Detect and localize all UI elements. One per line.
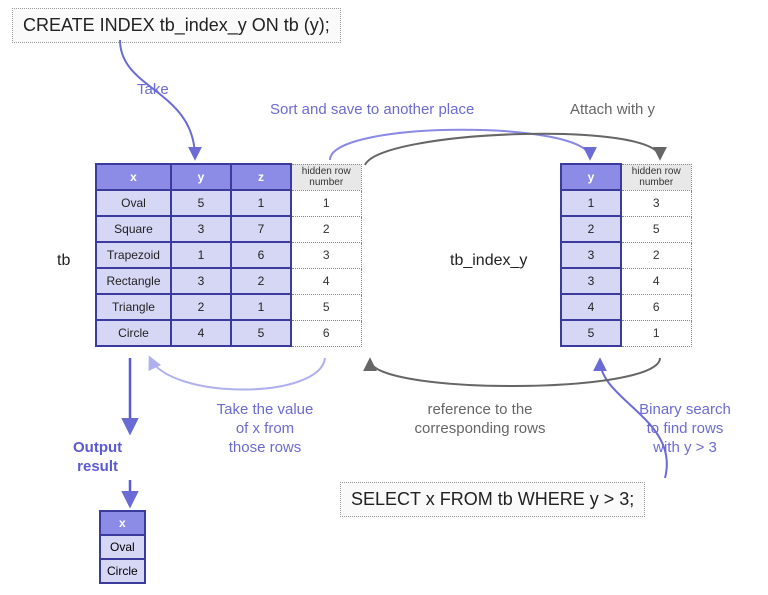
cell: Square <box>96 216 171 242</box>
cell: 4 <box>621 268 691 294</box>
arrow-take <box>120 40 195 158</box>
tb-label: tb <box>57 252 70 270</box>
idx-col-y: y <box>561 164 621 190</box>
text: corresponding rows <box>415 420 546 437</box>
cell: 6 <box>231 242 291 268</box>
ann-reference: reference to the corresponding rows <box>405 400 555 438</box>
cell: 1 <box>561 190 621 216</box>
ann-take: Take <box>137 80 169 99</box>
ann-sort: Sort and save to another place <box>270 100 474 119</box>
cell: 3 <box>291 242 361 268</box>
table-row: Triangle215 <box>96 294 361 320</box>
text: to find rows <box>647 420 724 437</box>
text: Binary search <box>639 401 731 418</box>
idx-header-row: y hidden row number <box>561 164 691 190</box>
cell: 2 <box>291 216 361 242</box>
cell: 7 <box>231 216 291 242</box>
table-row: 13 <box>561 190 691 216</box>
ann-binary-search: Binary search to find rows with y > 3 <box>630 400 740 457</box>
cell: 3 <box>621 190 691 216</box>
cell: 4 <box>291 268 361 294</box>
cell: 5 <box>291 294 361 320</box>
text: result <box>77 458 118 475</box>
cell: 5 <box>171 190 231 216</box>
table-row: 32 <box>561 242 691 268</box>
cell: 1 <box>621 320 691 346</box>
cell: 6 <box>621 294 691 320</box>
cell: 1 <box>231 190 291 216</box>
cell: 3 <box>561 242 621 268</box>
cell: Circle <box>100 559 145 583</box>
table-row: 51 <box>561 320 691 346</box>
cell: Triangle <box>96 294 171 320</box>
arrow-attach <box>365 134 660 165</box>
table-row: Oval <box>100 535 145 559</box>
table-row: Circle <box>100 559 145 583</box>
output-result-label: Output result <box>73 438 122 476</box>
cell: Trapezoid <box>96 242 171 268</box>
result-col-x: x <box>100 511 145 535</box>
arrow-reference <box>370 358 660 386</box>
table-row: Trapezoid163 <box>96 242 361 268</box>
text: with y > 3 <box>653 439 717 456</box>
cell: Oval <box>96 190 171 216</box>
table-row: Rectangle324 <box>96 268 361 294</box>
cell: 1 <box>171 242 231 268</box>
cell: 3 <box>561 268 621 294</box>
cell: 6 <box>291 320 361 346</box>
table-row: Circle456 <box>96 320 361 346</box>
tb-header-row: x y z hidden row number <box>96 164 361 190</box>
cell: Oval <box>100 535 145 559</box>
tb-col-x: x <box>96 164 171 190</box>
tb-col-z: z <box>231 164 291 190</box>
table-row: 34 <box>561 268 691 294</box>
table-row: 46 <box>561 294 691 320</box>
cell: 5 <box>231 320 291 346</box>
idx-col-hidden: hidden row number <box>621 164 691 190</box>
cell: 2 <box>231 268 291 294</box>
ann-take-x: Take the value of x from those rows <box>205 400 325 457</box>
text: reference to the <box>427 401 532 418</box>
result-table: x Oval Circle <box>99 510 146 584</box>
text: Take the value <box>217 401 314 418</box>
table-row: Square372 <box>96 216 361 242</box>
table-row: Oval511 <box>96 190 361 216</box>
tb-col-y: y <box>171 164 231 190</box>
text: of x from <box>236 420 294 437</box>
cell: 2 <box>621 242 691 268</box>
arrow-sort <box>330 130 590 160</box>
cell: 1 <box>291 190 361 216</box>
cell: 5 <box>561 320 621 346</box>
text: those rows <box>229 439 302 456</box>
ann-attach: Attach with y <box>570 100 655 119</box>
cell: 3 <box>171 268 231 294</box>
cell: 1 <box>231 294 291 320</box>
tb-table: x y z hidden row number Oval511 Square37… <box>95 163 362 347</box>
table-row: 25 <box>561 216 691 242</box>
sql-create-index: CREATE INDEX tb_index_y ON tb (y); <box>12 8 341 43</box>
cell: Rectangle <box>96 268 171 294</box>
sql-select: SELECT x FROM tb WHERE y > 3; <box>340 482 645 517</box>
index-label: tb_index_y <box>450 252 527 270</box>
text: Output <box>73 439 122 456</box>
cell: 3 <box>171 216 231 242</box>
cell: 4 <box>171 320 231 346</box>
cell: 2 <box>171 294 231 320</box>
cell: 4 <box>561 294 621 320</box>
index-table: y hidden row number 13 25 32 34 46 51 <box>560 163 692 347</box>
arrow-take-x <box>150 358 325 390</box>
cell: 5 <box>621 216 691 242</box>
cell: Circle <box>96 320 171 346</box>
cell: 2 <box>561 216 621 242</box>
tb-col-hidden: hidden row number <box>291 164 361 190</box>
